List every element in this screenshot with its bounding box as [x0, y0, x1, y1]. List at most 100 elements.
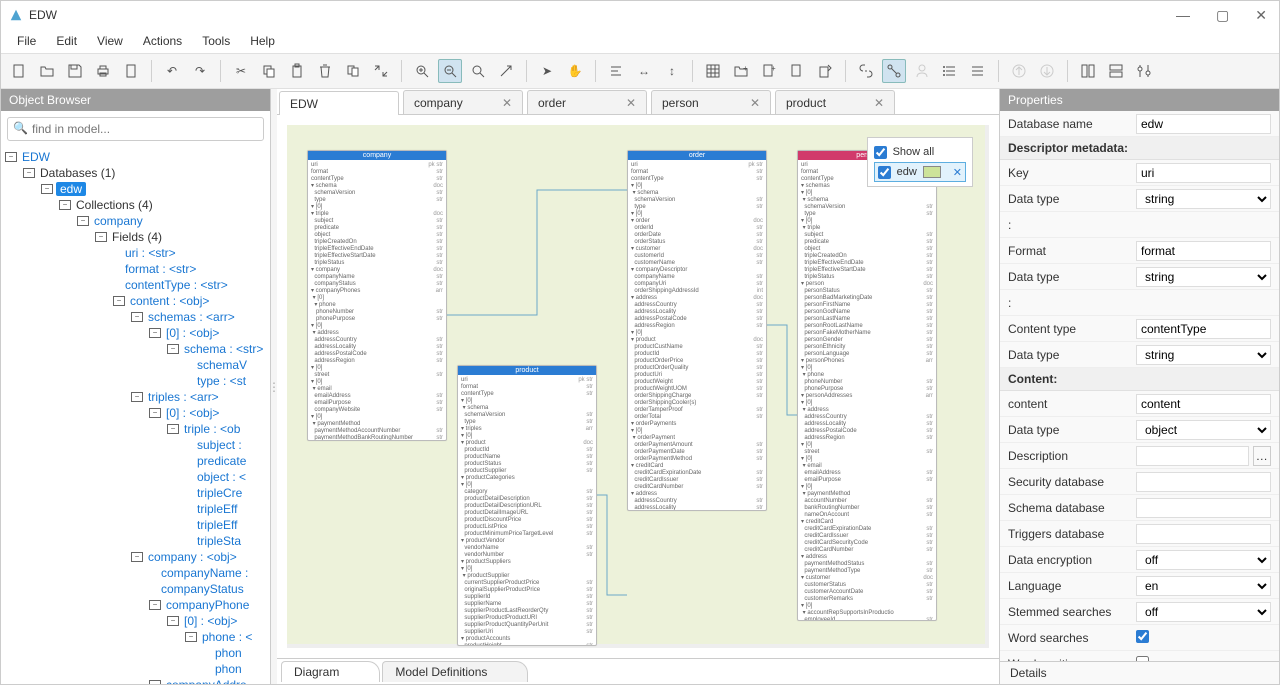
- zoom-reset-icon[interactable]: [466, 59, 490, 83]
- stemmed-select[interactable]: off: [1136, 602, 1271, 622]
- grid-icon[interactable]: [701, 59, 725, 83]
- security-db-input[interactable]: [1136, 472, 1271, 492]
- list-icon[interactable]: [938, 59, 962, 83]
- maximize-button[interactable]: ▢: [1212, 7, 1233, 24]
- datatype-select[interactable]: object: [1136, 420, 1271, 440]
- entity-person[interactable]: person uripk str formatstr contentTypest…: [797, 150, 937, 621]
- tree-phone[interactable]: phone : <: [200, 630, 254, 644]
- tree-phon1[interactable]: phon: [213, 646, 244, 660]
- expand-icon[interactable]: [369, 59, 393, 83]
- key-input[interactable]: [1136, 163, 1271, 183]
- entity-product[interactable]: product uripk str formatstr contentTypes…: [457, 365, 597, 646]
- tree-companystatus[interactable]: companyStatus: [159, 582, 246, 596]
- tree-triples[interactable]: triples : <arr>: [146, 390, 221, 404]
- word-searches-checkbox[interactable]: [1136, 630, 1149, 643]
- tree-schemas-0[interactable]: [0] : <obj>: [164, 326, 221, 340]
- delete-icon[interactable]: [313, 59, 337, 83]
- tree-collections[interactable]: Collections (4): [74, 198, 155, 212]
- pointer-icon[interactable]: ➤: [535, 59, 559, 83]
- tree-fields[interactable]: Fields (4): [110, 230, 164, 244]
- close-icon[interactable]: ✕: [864, 96, 884, 110]
- menu-help[interactable]: Help: [240, 31, 285, 51]
- layout1-icon[interactable]: [1076, 59, 1100, 83]
- tree-object[interactable]: object : <: [195, 470, 248, 484]
- relation-icon[interactable]: [882, 59, 906, 83]
- bottom-tab-model-defs[interactable]: Model Definitions: [382, 661, 528, 682]
- encryption-select[interactable]: off: [1136, 550, 1271, 570]
- entity-order[interactable]: order uripk str formatstr contentTypestr…: [627, 150, 767, 511]
- tree-schemas[interactable]: schemas : <arr>: [146, 310, 237, 324]
- zoom-out-icon[interactable]: [438, 59, 462, 83]
- menu-edit[interactable]: Edit: [46, 31, 87, 51]
- tree-tripleeff[interactable]: tripleEff: [195, 502, 239, 516]
- entity-company[interactable]: company uripk str formatstr contentTypes…: [307, 150, 447, 441]
- nav-down-icon[interactable]: [1035, 59, 1059, 83]
- distribute-h-icon[interactable]: ↔: [632, 59, 656, 83]
- content-input[interactable]: [1136, 394, 1271, 414]
- tree-phon2[interactable]: phon: [213, 662, 244, 676]
- tree-field-content[interactable]: content : <obj>: [128, 294, 211, 308]
- copy-icon[interactable]: [257, 59, 281, 83]
- diagram-canvas[interactable]: company uripk str formatstr contentTypes…: [287, 125, 989, 648]
- format-input[interactable]: [1136, 241, 1271, 261]
- link-icon[interactable]: [854, 59, 878, 83]
- bottom-tab-diagram[interactable]: Diagram: [281, 661, 380, 682]
- tree-schemav[interactable]: schemaV: [195, 358, 249, 372]
- tree-phone-idx[interactable]: [0] : <obj>: [182, 614, 239, 628]
- menu-tools[interactable]: Tools: [192, 31, 240, 51]
- distribute-v-icon[interactable]: ↕: [660, 59, 684, 83]
- minimize-button[interactable]: —: [1172, 7, 1194, 24]
- tree-predicate[interactable]: predicate: [195, 454, 248, 468]
- datatype-select[interactable]: string: [1136, 267, 1271, 287]
- tree-triplesta[interactable]: tripleSta: [195, 534, 243, 548]
- menu-view[interactable]: View: [87, 31, 133, 51]
- tree-field-contenttype[interactable]: contentType : <str>: [123, 278, 230, 292]
- schema-db-input[interactable]: [1136, 498, 1271, 518]
- align-left-icon[interactable]: [604, 59, 628, 83]
- datatype-select[interactable]: string: [1136, 345, 1271, 365]
- contenttype-input[interactable]: [1136, 319, 1271, 339]
- layout2-icon[interactable]: [1104, 59, 1128, 83]
- tree-schema[interactable]: schema : <str>: [182, 342, 265, 356]
- show-all-checkbox[interactable]: [874, 146, 887, 159]
- print-icon[interactable]: [91, 59, 115, 83]
- search-input[interactable]: [7, 117, 264, 141]
- close-icon[interactable]: ✕: [953, 166, 962, 179]
- settings-icon[interactable]: [1132, 59, 1156, 83]
- tree-companyaddr[interactable]: companyAddre: [164, 678, 249, 684]
- undo-icon[interactable]: ↶: [160, 59, 184, 83]
- redo-icon[interactable]: ↷: [188, 59, 212, 83]
- new-doc-icon[interactable]: +: [757, 59, 781, 83]
- browse-button[interactable]: …: [1253, 446, 1271, 466]
- cut-icon[interactable]: ✂: [229, 59, 253, 83]
- tree-tripleeff2[interactable]: tripleEff: [195, 518, 239, 532]
- tree-databases[interactable]: Databases (1): [38, 166, 117, 180]
- tree-company[interactable]: company : <obj>: [146, 550, 239, 564]
- tree-triple[interactable]: triple : <ob: [182, 422, 242, 436]
- hand-icon[interactable]: ✋: [563, 59, 587, 83]
- layers-legend[interactable]: Show all edw ✕: [867, 137, 973, 187]
- export-icon[interactable]: [813, 59, 837, 83]
- paste-icon[interactable]: [285, 59, 309, 83]
- language-select[interactable]: en: [1136, 576, 1271, 596]
- tree-root[interactable]: EDW: [20, 150, 52, 164]
- triggers-db-input[interactable]: [1136, 524, 1271, 544]
- new-file-icon[interactable]: [7, 59, 31, 83]
- tab-edw[interactable]: EDW: [279, 91, 399, 115]
- tree-companyphone[interactable]: companyPhone: [164, 598, 251, 612]
- tab-person[interactable]: person✕: [651, 90, 771, 114]
- layer-edw-checkbox[interactable]: [878, 166, 891, 179]
- close-icon[interactable]: ✕: [740, 96, 760, 110]
- nav-up-icon[interactable]: [1007, 59, 1031, 83]
- tree-triplecre[interactable]: tripleCre: [195, 486, 244, 500]
- zoom-in-icon[interactable]: [410, 59, 434, 83]
- tree-db-edw[interactable]: edw: [56, 182, 86, 196]
- save-icon[interactable]: [63, 59, 87, 83]
- tab-product[interactable]: product✕: [775, 90, 895, 114]
- page-icon[interactable]: [119, 59, 143, 83]
- close-icon[interactable]: ✕: [616, 96, 636, 110]
- description-input[interactable]: [1136, 446, 1249, 466]
- open-folder-icon[interactable]: [35, 59, 59, 83]
- tab-company[interactable]: company✕: [403, 90, 523, 114]
- new-doc2-icon[interactable]: [785, 59, 809, 83]
